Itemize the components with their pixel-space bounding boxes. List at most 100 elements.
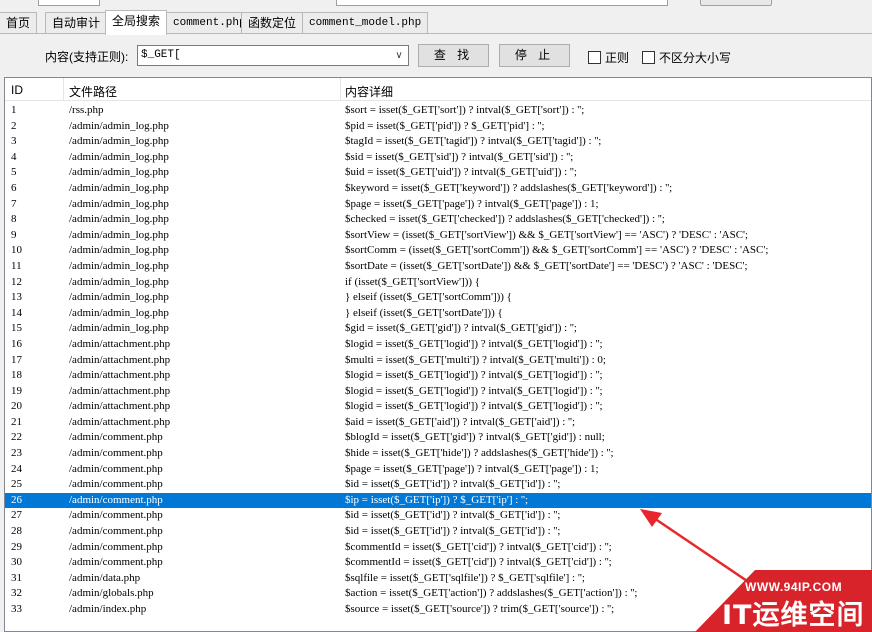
tab-global-search[interactable]: 全局搜索 bbox=[105, 10, 168, 35]
table-row[interactable]: 6/admin/admin_log.php $keyword = isset($_… bbox=[5, 181, 871, 197]
cell-id: 12 bbox=[11, 275, 22, 288]
cell-path: /admin/comment.php bbox=[69, 478, 163, 491]
checkbox-box[interactable] bbox=[642, 51, 655, 64]
cell-path: /admin/admin_log.php bbox=[69, 119, 169, 132]
table-row[interactable]: 5/admin/admin_log.php $uid = isset($_GET[… bbox=[5, 165, 871, 181]
cell-detail: $sort = isset($_GET['sort']) ? intval($_… bbox=[345, 104, 585, 116]
search-input[interactable]: $_GET[ ∨ bbox=[137, 45, 409, 66]
cell-detail: $pid = isset($_GET['pid']) ? $_GET['pid'… bbox=[345, 119, 545, 132]
regex-checkbox[interactable]: 正则 bbox=[588, 49, 629, 66]
cell-path: /admin/attachment.php bbox=[69, 353, 171, 366]
table-row[interactable]: 11/admin/admin_log.php $sortDate = (isset… bbox=[5, 259, 871, 275]
cell-id: 21 bbox=[11, 415, 22, 428]
cell-id: 10 bbox=[11, 244, 22, 257]
table-row[interactable]: 31/admin/data.php $sqlfile = isset($_GET[… bbox=[5, 571, 871, 587]
results-list[interactable]: ID 文件路径 内容详细 1/rss.php $sort = isset($_GE… bbox=[4, 77, 872, 632]
cell-path: /admin/attachment.php bbox=[69, 384, 171, 397]
cell-path: /admin/admin_log.php bbox=[69, 244, 169, 257]
table-row[interactable]: 20/admin/attachment.php $logid = isset($_… bbox=[5, 399, 871, 415]
cell-id: 1 bbox=[11, 104, 17, 116]
cell-detail: $ip = isset($_GET['ip']) ? $_GET['ip'] :… bbox=[345, 493, 529, 506]
cell-detail: $keyword = isset($_GET['keyword']) ? add… bbox=[345, 181, 673, 194]
tab-function-locate[interactable]: 函数定位 bbox=[241, 12, 304, 33]
cell-path: /admin/comment.php bbox=[69, 525, 163, 538]
checkbox-box[interactable] bbox=[588, 51, 601, 64]
cell-id: 7 bbox=[11, 197, 17, 210]
cell-detail: $sortView = (isset($_GET['sortView']) &&… bbox=[345, 228, 749, 241]
cell-path: /admin/admin_log.php bbox=[69, 228, 169, 241]
cell-detail: $source = isset($_GET['source']) ? trim(… bbox=[345, 603, 615, 615]
table-row[interactable]: 19/admin/attachment.php $logid = isset($_… bbox=[5, 384, 871, 400]
table-row[interactable]: 26/admin/comment.php $ip = isset($_GET['i… bbox=[5, 492, 871, 509]
cell-detail: $id = isset($_GET['id']) ? intval($_GET[… bbox=[345, 509, 561, 522]
cell-id: 29 bbox=[11, 540, 22, 553]
cell-detail: $sqlfile = isset($_GET['sqlfile']) ? $_G… bbox=[345, 571, 585, 584]
tab-home[interactable]: 首页 bbox=[0, 12, 38, 33]
cell-path: /admin/comment.php bbox=[69, 431, 163, 444]
column-header-detail[interactable]: 内容详细 bbox=[345, 83, 393, 100]
table-row[interactable]: 9/admin/admin_log.php $sortView = (isset(… bbox=[5, 228, 871, 244]
table-row[interactable]: 7/admin/admin_log.php $page = isset($_GET… bbox=[5, 197, 871, 213]
cell-detail: $sortDate = (isset($_GET['sortDate']) &&… bbox=[345, 259, 748, 272]
cell-path: /admin/comment.php bbox=[69, 462, 163, 475]
column-header-path[interactable]: 文件路径 bbox=[69, 83, 117, 100]
cell-path: /admin/admin_log.php bbox=[69, 197, 169, 210]
top-field-fragment bbox=[38, 0, 100, 6]
stop-button[interactable]: 停 止 bbox=[499, 44, 570, 67]
table-row[interactable]: 24/admin/comment.php $page = isset($_GET[… bbox=[5, 462, 871, 478]
cell-path: /admin/comment.php bbox=[69, 493, 163, 506]
column-header-id[interactable]: ID bbox=[11, 83, 23, 97]
cell-path: /admin/admin_log.php bbox=[69, 275, 169, 288]
top-toolbar-fragment bbox=[0, 0, 872, 10]
cell-id: 9 bbox=[11, 228, 17, 241]
table-row[interactable]: 4/admin/admin_log.php $sid = isset($_GET[… bbox=[5, 150, 871, 166]
cell-id: 17 bbox=[11, 353, 22, 366]
results-header: ID 文件路径 内容详细 bbox=[5, 78, 871, 101]
table-row[interactable]: 25/admin/comment.php $id = isset($_GET['i… bbox=[5, 477, 871, 493]
table-row[interactable]: 21/admin/attachment.php $aid = isset($_GE… bbox=[5, 415, 871, 431]
find-button[interactable]: 查 找 bbox=[418, 44, 489, 67]
table-row[interactable]: 13/admin/admin_log.php} elseif (isset($_… bbox=[5, 290, 871, 306]
table-row[interactable]: 3/admin/admin_log.php $tagId = isset($_GE… bbox=[5, 134, 871, 150]
table-row[interactable]: 30/admin/comment.php $commentId = isset($… bbox=[5, 555, 871, 571]
tab-comment-php[interactable]: comment.php bbox=[166, 12, 253, 33]
case-insensitive-checkbox[interactable]: 不区分大小写 bbox=[642, 49, 731, 66]
cell-path: /admin/attachment.php bbox=[69, 337, 171, 350]
table-row[interactable]: 2/admin/admin_log.php $pid = isset($_GET[… bbox=[5, 119, 871, 135]
table-row[interactable]: 23/admin/comment.php $hide = isset($_GET[… bbox=[5, 446, 871, 462]
chevron-down-icon[interactable]: ∨ bbox=[390, 46, 408, 65]
case-insensitive-checkbox-label: 不区分大小写 bbox=[659, 51, 732, 65]
table-row[interactable]: 16/admin/attachment.php $logid = isset($_… bbox=[5, 337, 871, 353]
tab-comment-model-php[interactable]: comment_model.php bbox=[302, 12, 429, 33]
cell-id: 16 bbox=[11, 337, 22, 350]
cell-path: /admin/attachment.php bbox=[69, 415, 171, 428]
table-row[interactable]: 22/admin/comment.php $blogId = isset($_GE… bbox=[5, 430, 871, 446]
cell-detail: $page = isset($_GET['page']) ? intval($_… bbox=[345, 197, 599, 210]
table-row[interactable]: 12/admin/admin_log.php if (isset($_GET['s… bbox=[5, 275, 871, 291]
table-row[interactable]: 1/rss.php $sort = isset($_GET['sort']) ? … bbox=[5, 103, 871, 119]
table-row[interactable]: 10/admin/admin_log.php $sortComm = (isset… bbox=[5, 243, 871, 259]
cell-detail: $logid = isset($_GET['logid']) ? intval(… bbox=[345, 337, 603, 350]
cell-id: 23 bbox=[11, 447, 22, 460]
tab-auto-audit[interactable]: 自动审计 bbox=[45, 12, 108, 33]
cell-path: /admin/data.php bbox=[69, 571, 141, 584]
table-row[interactable]: 28/admin/comment.php $id = isset($_GET['i… bbox=[5, 524, 871, 540]
table-row[interactable]: 27/admin/comment.php $id = isset($_GET['i… bbox=[5, 508, 871, 524]
table-row[interactable]: 15/admin/admin_log.php $gid = isset($_GET… bbox=[5, 321, 871, 337]
cell-id: 33 bbox=[11, 603, 22, 615]
table-row[interactable]: 18/admin/attachment.php $logid = isset($_… bbox=[5, 368, 871, 384]
column-divider[interactable] bbox=[63, 78, 64, 101]
table-row[interactable]: 8/admin/admin_log.php $checked = isset($_… bbox=[5, 212, 871, 228]
column-divider[interactable] bbox=[340, 78, 341, 101]
table-row[interactable]: 29/admin/comment.php $commentId = isset($… bbox=[5, 540, 871, 556]
cell-path: /admin/admin_log.php bbox=[69, 306, 169, 319]
cell-id: 25 bbox=[11, 478, 22, 491]
cell-path: /admin/globals.php bbox=[69, 587, 154, 600]
table-row[interactable]: 17/admin/attachment.php $multi = isset($_… bbox=[5, 353, 871, 369]
cell-id: 28 bbox=[11, 525, 22, 538]
cell-id: 27 bbox=[11, 509, 22, 522]
cell-detail: $id = isset($_GET['id']) ? intval($_GET[… bbox=[345, 525, 561, 538]
tab-bar: 首页 自动审计 全局搜索 comment.php 函数定位 comment_mo… bbox=[0, 10, 872, 35]
table-row[interactable]: 14/admin/admin_log.php} elseif (isset($_… bbox=[5, 306, 871, 322]
cell-id: 2 bbox=[11, 119, 17, 132]
